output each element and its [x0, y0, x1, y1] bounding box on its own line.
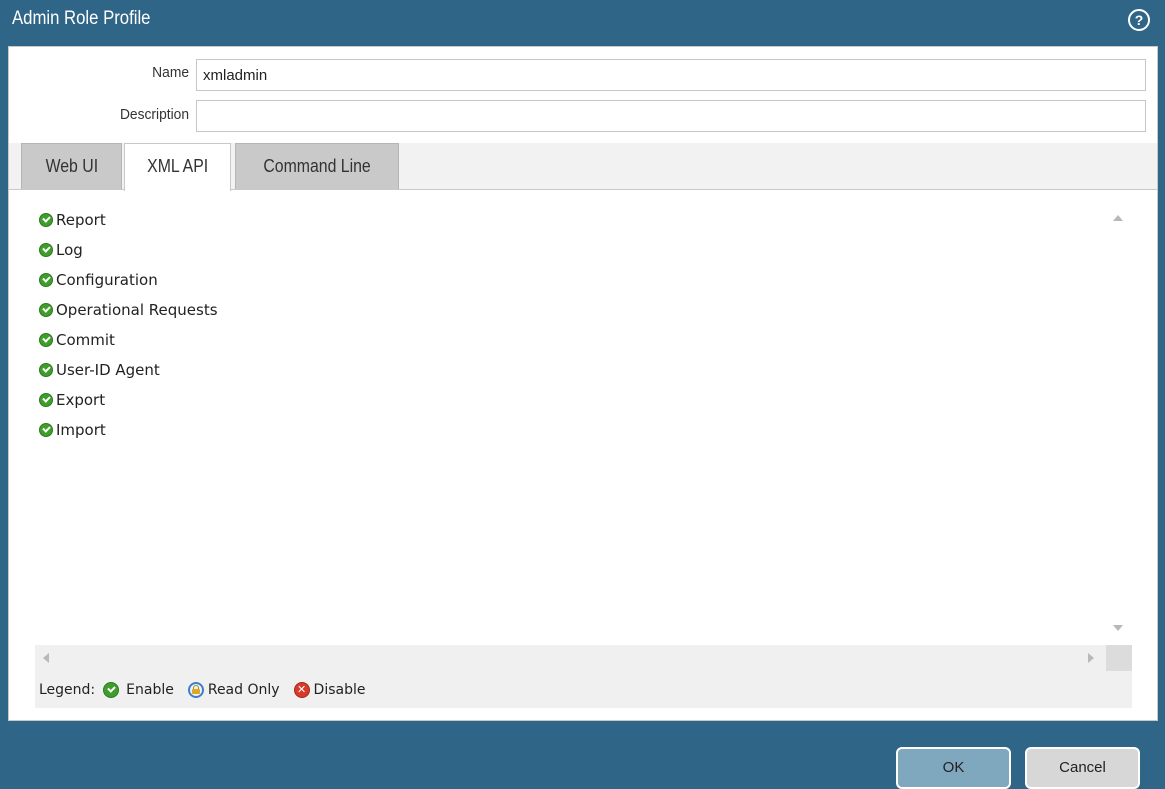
ok-button[interactable]: OK: [896, 747, 1011, 789]
vertical-scrollbar[interactable]: [1106, 203, 1132, 645]
name-label: Name: [152, 64, 189, 81]
dialog-body: Name Description Web UI XML API Command …: [8, 46, 1158, 721]
list-item-import[interactable]: Import: [39, 415, 218, 445]
dialog-footer: OK Cancel: [0, 730, 1165, 789]
tab-command-line[interactable]: Command Line: [235, 143, 399, 189]
list-item-report[interactable]: Report: [39, 205, 218, 235]
enable-check-icon[interactable]: [39, 393, 53, 407]
enable-check-icon[interactable]: [39, 303, 53, 317]
scroll-up-icon[interactable]: [1113, 215, 1123, 221]
legend-enable-label: Enable: [126, 681, 174, 698]
permission-label: Configuration: [56, 271, 158, 289]
permission-label: Import: [56, 421, 106, 439]
permission-label: Operational Requests: [56, 301, 218, 319]
name-field[interactable]: [196, 59, 1146, 91]
permission-label: Log: [56, 241, 83, 259]
enable-check-icon[interactable]: [39, 243, 53, 257]
scroll-down-icon[interactable]: [1113, 625, 1123, 631]
description-label: Description: [119, 106, 189, 123]
horizontal-scrollbar[interactable]: [35, 645, 1106, 671]
cancel-button[interactable]: Cancel: [1025, 747, 1140, 789]
list-item-export[interactable]: Export: [39, 385, 218, 415]
enable-check-icon[interactable]: [39, 423, 53, 437]
legend-read-only-label: Read Only: [207, 681, 280, 698]
legend-bar: Legend: Enable Read Only ✕ Disable: [35, 671, 1132, 708]
list-item-operational-requests[interactable]: Operational Requests: [39, 295, 218, 325]
list-item-user-id-agent[interactable]: User-ID Agent: [39, 355, 218, 385]
help-icon[interactable]: ?: [1128, 9, 1150, 31]
legend-disable-label: Disable: [313, 681, 366, 698]
permission-label: User-ID Agent: [56, 361, 160, 379]
tab-web-ui-label: Web UI: [45, 156, 98, 176]
permission-label: Export: [56, 391, 106, 409]
tab-xml-api-label: XML API: [146, 156, 209, 176]
permission-label: Commit: [56, 331, 115, 349]
legend-title: Legend:: [39, 681, 96, 698]
tab-web-ui[interactable]: Web UI: [21, 143, 122, 189]
legend-read-only: Read Only: [187, 681, 280, 698]
tab-xml-api[interactable]: XML API: [124, 143, 231, 191]
scroll-corner: [1106, 645, 1132, 671]
tab-strip: Web UI XML API Command Line: [9, 143, 1157, 191]
enable-check-icon[interactable]: [39, 363, 53, 377]
enable-check-icon: [103, 681, 120, 698]
read-only-lock-icon: [187, 681, 204, 698]
list-item-log[interactable]: Log: [39, 235, 218, 265]
scroll-right-icon[interactable]: [1088, 653, 1094, 663]
permissions-list: Report Log Configuration Operational Req…: [39, 205, 218, 445]
dialog-titlebar: Admin Role Profile ?: [0, 0, 1165, 46]
dialog-title: Admin Role Profile: [12, 8, 151, 29]
scroll-left-icon[interactable]: [43, 653, 49, 663]
admin-role-profile-dialog: Admin Role Profile ? Name Description We…: [0, 0, 1165, 789]
legend-enable: Enable: [103, 681, 174, 698]
description-field[interactable]: [196, 100, 1146, 132]
permissions-panel: Report Log Configuration Operational Req…: [35, 203, 1132, 708]
disable-x-icon: ✕: [293, 681, 310, 698]
enable-check-icon[interactable]: [39, 333, 53, 347]
permission-label: Report: [56, 211, 106, 229]
list-item-configuration[interactable]: Configuration: [39, 265, 218, 295]
list-item-commit[interactable]: Commit: [39, 325, 218, 355]
enable-check-icon[interactable]: [39, 273, 53, 287]
legend-disable: ✕ Disable: [293, 681, 366, 698]
enable-check-icon[interactable]: [39, 213, 53, 227]
tab-command-line-label: Command Line: [263, 156, 371, 176]
